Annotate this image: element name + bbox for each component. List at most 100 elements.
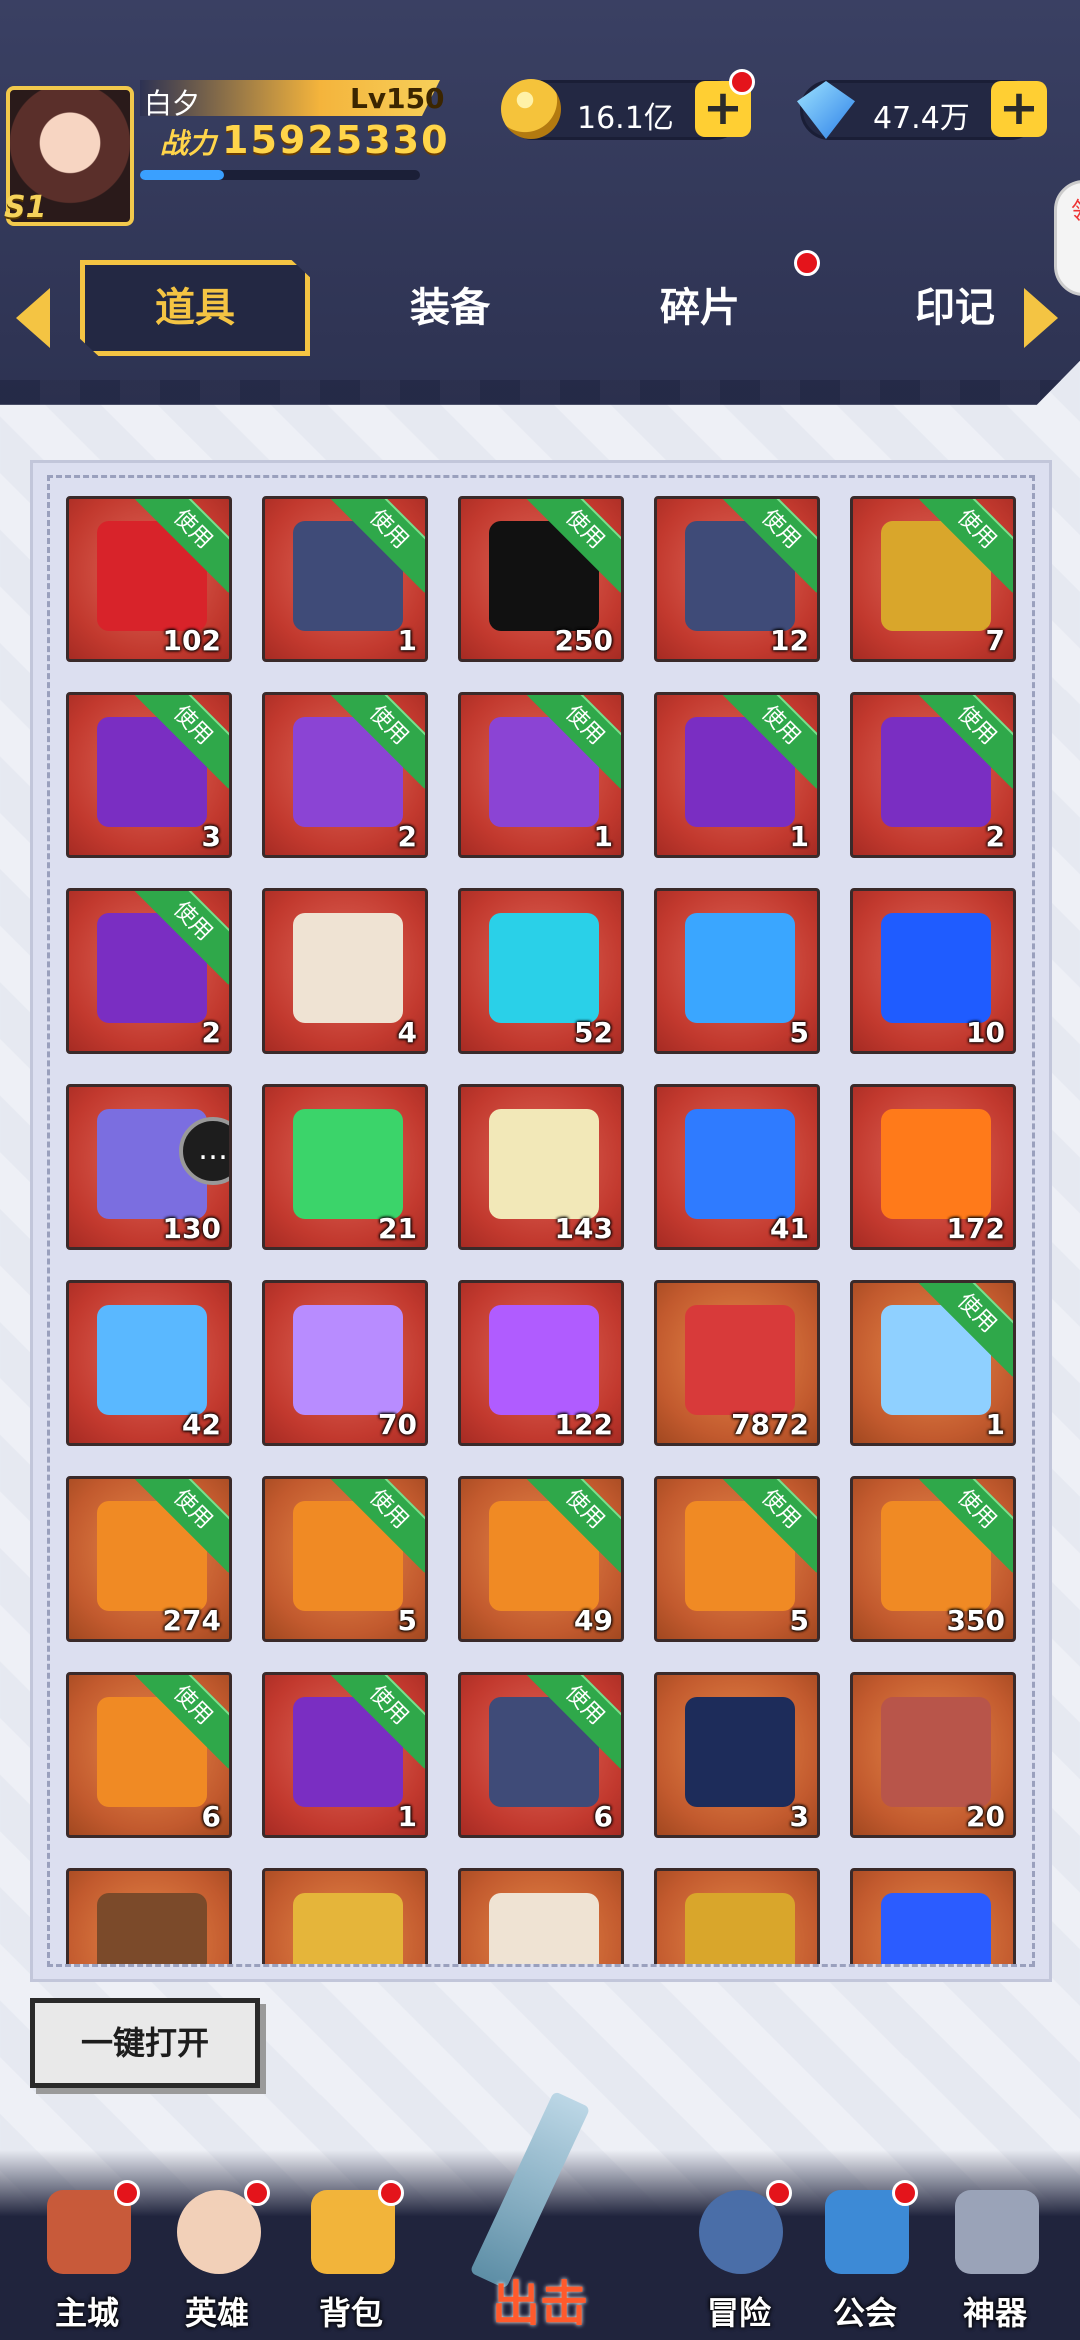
next-tab-arrow-icon[interactable] xyxy=(1024,288,1058,348)
item-count: 10 xyxy=(966,1016,1005,1049)
nav-artifact[interactable]: 神器 xyxy=(930,2170,1060,2340)
nav-backpack[interactable]: 背包 xyxy=(286,2170,416,2340)
star-sphere-icon xyxy=(293,1305,403,1415)
item-count: 122 xyxy=(554,1408,613,1441)
inventory-item-orange-bag[interactable]: 使用 274 xyxy=(66,1476,232,1642)
gem-relic-icon xyxy=(489,913,599,1023)
notification-dot xyxy=(114,2180,140,2206)
inventory-item-blue-orb[interactable]: 41 xyxy=(654,1084,820,1250)
nav-battle[interactable]: 出击 xyxy=(440,2080,640,2340)
purple-vortex-icon xyxy=(489,1305,599,1415)
item-count: 2 xyxy=(397,820,417,853)
inventory-tabs: 道具 装备 碎片 印记 xyxy=(0,250,1080,370)
blue-flame-orb-icon xyxy=(881,1893,991,1964)
inventory-item-orange-bag[interactable]: 使用 350 xyxy=(850,1476,1016,1642)
nav-heroes[interactable]: 英雄 xyxy=(152,2170,282,2340)
item-count: 42 xyxy=(182,1408,221,1441)
inventory-item-orange-bag[interactable]: 使用 49 xyxy=(458,1476,624,1642)
inventory-item-chibi-card-pack[interactable]: 使用 1 xyxy=(262,1672,428,1838)
tab-fragments[interactable]: 碎片 xyxy=(585,260,815,356)
inventory-scroll-area[interactable]: 使用 102 使用 1 使用 250 使用 12 使用 7 使用 3 使用 2 使用 1 使用 1 使用 2 使用 2 4 5… xyxy=(47,475,1035,1967)
inventory-item-purple-vortex[interactable]: 122 xyxy=(458,1280,624,1446)
inventory-item-purple-card-pack-glow[interactable]: 使用 2 xyxy=(262,692,428,858)
item-count: 3 xyxy=(789,1800,809,1833)
exp-fill xyxy=(140,170,224,180)
inventory-item-orange-bag[interactable]: 使用 5 xyxy=(262,1476,428,1642)
nav-guild[interactable]: 公会 xyxy=(800,2170,930,2340)
season-badge: S1 xyxy=(4,190,47,225)
inventory-item-hero-card-pack[interactable]: 使用 1 xyxy=(262,496,428,662)
inventory-item-mark-bag[interactable]: 使用 6 xyxy=(66,1672,232,1838)
inventory-item-red-bag[interactable]: 使用 102 xyxy=(66,496,232,662)
item-count: 130 xyxy=(162,1212,221,1245)
item-count: 7 xyxy=(985,624,1005,657)
tab-items[interactable]: 道具 xyxy=(80,260,310,356)
inventory-item-gold-card-pack[interactable]: 使用 7 xyxy=(850,496,1016,662)
inventory-item-end-scroll[interactable] xyxy=(458,1868,624,1964)
inventory-item-hero-card-pack[interactable]: 使用 6 xyxy=(458,1672,624,1838)
item-count: 2 xyxy=(201,1016,221,1049)
inventory-item-blue-crystal[interactable]: 10 xyxy=(850,888,1016,1054)
inventory-item-magnifier-key[interactable] xyxy=(262,1868,428,1964)
nav-label: 主城 xyxy=(54,2294,119,2332)
item-count: 52 xyxy=(574,1016,613,1049)
item-count: 350 xyxy=(946,1604,1005,1637)
nav-battle-label: 出击 xyxy=(491,2276,588,2332)
item-count: 3 xyxy=(201,820,221,853)
inventory-item-water-orb[interactable]: 42 xyxy=(66,1280,232,1446)
inventory-item-green-chest[interactable]: 21 xyxy=(262,1084,428,1250)
item-count: 21 xyxy=(378,1212,417,1245)
item-count: 1 xyxy=(593,820,613,853)
item-count: 4 xyxy=(397,1016,417,1049)
red-ticket-icon xyxy=(685,1305,795,1415)
diamond-value: 47.4万 xyxy=(873,101,970,136)
sword-anvil-icon xyxy=(955,2190,1039,2274)
notification-dot xyxy=(892,2180,918,2206)
item-count: 102 xyxy=(162,624,221,657)
inventory-item-purple-medal[interactable]: 130… xyxy=(66,1084,232,1250)
inventory-item-blue-flame-orb[interactable] xyxy=(850,1868,1016,1964)
inventory-item-red-ticket[interactable]: 7872 xyxy=(654,1280,820,1446)
gold-card-icon xyxy=(685,1893,795,1964)
item-count: 49 xyxy=(574,1604,613,1637)
inventory-item-gold-card[interactable] xyxy=(654,1868,820,1964)
item-count: 5 xyxy=(397,1604,417,1637)
inventory-item-flower-bouquet[interactable]: 143 xyxy=(458,1084,624,1250)
gold-value: 16.1亿 xyxy=(577,101,674,136)
inventory-item-gem-relic[interactable]: 52 xyxy=(458,888,624,1054)
inventory-item-purple-card-pack[interactable]: 使用 2 xyxy=(850,692,1016,858)
item-count: 6 xyxy=(201,1800,221,1833)
inventory-item-purple-card-pack[interactable]: 使用 1 xyxy=(654,692,820,858)
inventory-item-star-sphere[interactable]: 70 xyxy=(262,1280,428,1446)
open-all-button[interactable]: 一键打开 xyxy=(30,1998,260,2088)
inventory-item-fire-orb[interactable]: 172 xyxy=(850,1084,1016,1250)
inventory-item-hero-card-pack[interactable]: 使用 12 xyxy=(654,496,820,662)
power-value: 15925330 xyxy=(222,118,450,162)
nav-adventure[interactable]: 冒险 xyxy=(674,2170,804,2340)
inventory-item-spiked-gauntlets[interactable]: 20 xyxy=(850,1672,1016,1838)
inventory-item-chocolate[interactable] xyxy=(66,1868,232,1964)
item-count: 1 xyxy=(397,1800,417,1833)
inventory-item-star-ticket[interactable]: 5 xyxy=(654,888,820,1054)
player-level: Lv150 xyxy=(350,82,445,115)
inventory-item-hero-portrait[interactable]: 使用 1 xyxy=(850,1280,1016,1446)
inventory-item-orange-bag[interactable]: 使用 5 xyxy=(654,1476,820,1642)
inventory-item-purple-card-pack[interactable]: 使用 3 xyxy=(66,692,232,858)
nav-label: 英雄 xyxy=(184,2294,249,2332)
blue-crystal-icon xyxy=(881,913,991,1023)
item-count: 1 xyxy=(789,820,809,853)
tab-equipment[interactable]: 装备 xyxy=(335,260,565,356)
inventory-item-contract-scroll[interactable]: 4 xyxy=(262,888,428,1054)
inventory-item-compass-medal[interactable]: 3 xyxy=(654,1672,820,1838)
reward-bubble-text: 领 xyxy=(1071,191,1080,226)
inventory-item-purple-card-pack[interactable]: 使用 2 xyxy=(66,888,232,1054)
inventory-item-mystery-hero[interactable]: 使用 250 xyxy=(458,496,624,662)
chocolate-icon xyxy=(97,1893,207,1964)
nav-main-city[interactable]: 主城 xyxy=(22,2170,152,2340)
inventory-item-purple-card-pack-glow[interactable]: 使用 1 xyxy=(458,692,624,858)
header-bar xyxy=(0,0,1080,405)
add-diamond-button[interactable]: + xyxy=(991,81,1047,137)
water-orb-icon xyxy=(97,1305,207,1415)
item-count: 7872 xyxy=(731,1408,809,1441)
prev-tab-arrow-icon[interactable] xyxy=(16,288,50,348)
